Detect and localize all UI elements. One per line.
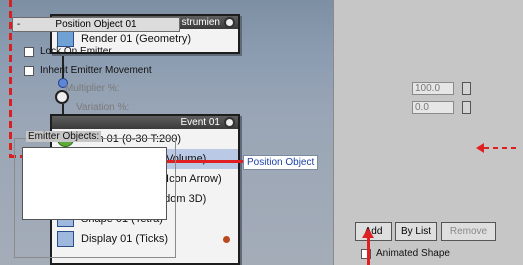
variation-spinner[interactable] xyxy=(462,101,471,114)
animated-shape-label: Animated Shape xyxy=(376,248,450,259)
event-title[interactable]: Event 01 xyxy=(52,116,238,129)
inherit-movement-checkbox[interactable] xyxy=(24,66,34,76)
by-list-button[interactable]: By List xyxy=(395,222,437,241)
multiplier-spinner[interactable] xyxy=(462,82,471,95)
red-dashed-guide xyxy=(484,147,519,149)
inherit-movement-label: Inherit Emitter Movement xyxy=(40,65,152,76)
variation-label: Variation %: xyxy=(76,102,130,113)
multiplier-field[interactable]: 100.0 xyxy=(412,82,454,95)
remove-button[interactable]: Remove xyxy=(441,222,496,241)
rollout-header[interactable]: - Position Object 01 xyxy=(12,17,180,32)
screenshot: strumien Render 01 (Geometry) Event 01 B… xyxy=(0,0,523,265)
lock-on-emitter-label: Lock On Emitter xyxy=(40,46,112,57)
drag-operator-label: Position Object xyxy=(243,155,319,170)
display-color-dot-icon xyxy=(223,236,230,243)
emitter-objects-label: Emitter Objects: xyxy=(26,131,102,142)
red-arrow-left-icon xyxy=(476,143,484,153)
collapse-icon: - xyxy=(17,19,21,30)
gear-icon[interactable] xyxy=(224,117,235,128)
emitter-objects-list[interactable] xyxy=(22,147,167,220)
render-icon xyxy=(57,31,74,47)
variation-field[interactable]: 0.0 xyxy=(412,101,454,114)
red-arrow-shaft xyxy=(367,236,370,265)
gear-icon[interactable] xyxy=(224,17,235,28)
lock-on-emitter-checkbox[interactable] xyxy=(24,47,34,57)
multiplier-label: Multiplier %: xyxy=(65,83,120,94)
